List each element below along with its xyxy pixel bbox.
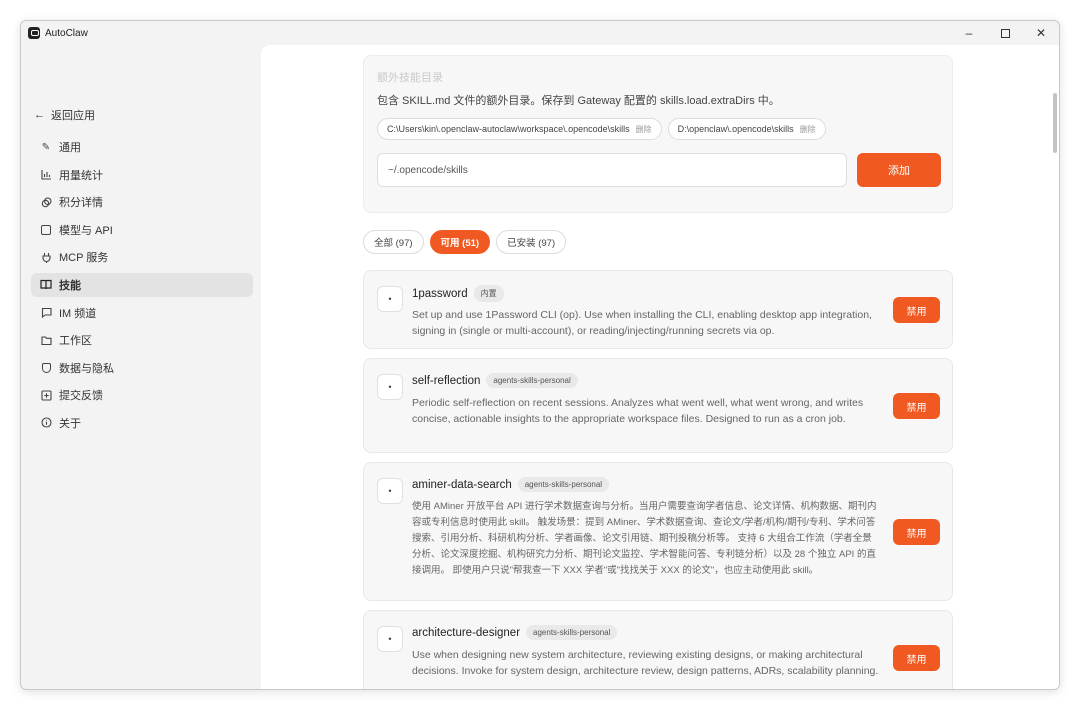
dir-chip: C:\Users\kin\.openclaw-autoclaw\workspac…: [377, 118, 662, 140]
skill-icon: •: [377, 286, 403, 312]
extra-dirs-description: 包含 SKILL.md 文件的额外目录。保存到 Gateway 配置的 skil…: [377, 95, 780, 107]
skill-header: architecture-designer agents-skills-pers…: [412, 625, 618, 640]
skill-source-tag: agents-skills-personal: [517, 477, 610, 492]
disable-skill-button[interactable]: 禁用: [893, 393, 940, 419]
skill-description: Set up and use 1Password CLI (op). Use w…: [412, 309, 872, 337]
maximize-button[interactable]: [987, 21, 1023, 45]
sidebar-item-models[interactable]: 模型与 API: [31, 218, 253, 242]
shield-icon: [40, 362, 52, 374]
dir-remove-button[interactable]: 删除: [800, 124, 816, 135]
add-dir-button[interactable]: 添加: [857, 153, 941, 187]
chat-icon: [40, 307, 52, 319]
skill-description: Periodic self-reflection on recent sessi…: [412, 397, 864, 425]
pencil-icon: ✎: [41, 141, 51, 153]
sidebar-item-credits[interactable]: 积分详情: [31, 190, 253, 214]
sidebar-item-label: 提交反馈: [59, 390, 103, 403]
skill-source-tag: agents-skills-personal: [486, 373, 578, 388]
skill-card: • 1password 内置 Set up and use 1Password …: [363, 270, 953, 349]
sidebar-item-label: 技能: [59, 279, 81, 292]
skill-icon: •: [377, 626, 403, 652]
disable-skill-button[interactable]: 禁用: [893, 645, 940, 671]
sidebar-item-feedback[interactable]: 提交反馈: [31, 383, 253, 407]
skill-source-tag: agents-skills-personal: [526, 625, 618, 640]
sidebar-item-label: MCP 服务: [59, 252, 109, 265]
feedback-icon: [40, 389, 52, 401]
extra-dirs-list: C:\Users\kin\.openclaw-autoclaw\workspac…: [377, 118, 826, 140]
disable-skill-button[interactable]: 禁用: [893, 297, 940, 323]
skill-source-tag: 内置: [473, 285, 504, 302]
scrollbar[interactable]: [1053, 93, 1057, 153]
back-label: 返回应用: [51, 110, 95, 122]
sidebar-item-label: 用量统计: [59, 169, 103, 182]
skill-name: aminer-data-search: [412, 478, 512, 491]
maximize-icon: [1000, 28, 1010, 38]
sidebar-item-workspace[interactable]: 工作区: [31, 328, 253, 352]
app-window: AutoClaw – ✕ ← 返回应用 ✎ 通用 用量统计 积分详情 模型与 A…: [20, 20, 1060, 690]
window-controls: – ✕: [951, 21, 1059, 45]
sidebar-item-mcp[interactable]: MCP 服务: [31, 245, 253, 269]
sidebar-item-label: 工作区: [59, 335, 92, 348]
sidebar-item-im[interactable]: IM 频道: [31, 301, 253, 325]
skill-description: 使用 AMiner 开放平台 API 进行学术数据查询与分析。当用户需要查询学者…: [412, 501, 877, 576]
sidebar-item-skills[interactable]: 技能: [31, 272, 253, 297]
skill-name: architecture-designer: [412, 626, 521, 639]
skill-name: 1password: [412, 287, 468, 300]
minimize-button[interactable]: –: [951, 21, 987, 45]
dir-path-input[interactable]: [377, 153, 847, 187]
sidebar-item-usage[interactable]: 用量统计: [31, 163, 253, 187]
sidebar: ← 返回应用 ✎ 通用 用量统计 积分详情 模型与 API MCP 服务 技能 …: [21, 45, 261, 689]
dir-chip: D:\openclaw\.opencode\skills 删除: [667, 118, 826, 140]
skill-card: • self-reflection agents-skills-personal…: [363, 358, 953, 453]
book-icon: [40, 279, 52, 291]
skill-card: • architecture-designer agents-skills-pe…: [363, 610, 953, 689]
sidebar-item-label: IM 频道: [59, 307, 97, 320]
settings-nav: ✎ 通用 用量统计 积分详情 模型与 API MCP 服务 技能 IM 频道 工…: [31, 135, 253, 439]
coin-icon: [40, 196, 52, 208]
skill-icon: •: [377, 478, 403, 504]
skill-header: aminer-data-search agents-skills-persona…: [412, 477, 610, 492]
arrow-left-icon: ←: [34, 109, 45, 121]
plug-icon: [40, 251, 52, 263]
skills-settings-panel[interactable]: 额外技能目录 包含 SKILL.md 文件的额外目录。保存到 Gateway 配…: [261, 45, 1059, 689]
skill-list: • 1password 内置 Set up and use 1Password …: [363, 270, 953, 689]
extra-dirs-title: 额外技能目录: [377, 72, 443, 84]
sidebar-item-label: 模型与 API: [59, 224, 113, 237]
extra-dirs-card: 额外技能目录 包含 SKILL.md 文件的额外目录。保存到 Gateway 配…: [363, 55, 953, 213]
sidebar-item-about[interactable]: 关于: [31, 411, 253, 435]
skill-header: self-reflection agents-skills-personal: [412, 373, 578, 388]
close-button[interactable]: ✕: [1023, 21, 1059, 45]
skill-name: self-reflection: [412, 374, 481, 387]
back-to-app-link[interactable]: ← 返回应用: [34, 107, 95, 123]
sidebar-item-label: 关于: [59, 417, 81, 430]
bar-chart-icon: [40, 169, 52, 181]
skill-header: 1password 内置: [412, 285, 504, 302]
skill-card: • aminer-data-search agents-skills-perso…: [363, 462, 953, 601]
sidebar-item-label: 数据与隐私: [59, 362, 114, 375]
sidebar-item-privacy[interactable]: 数据与隐私: [31, 356, 253, 380]
dir-path: C:\Users\kin\.openclaw-autoclaw\workspac…: [387, 124, 630, 134]
dir-path: D:\openclaw\.opencode\skills: [677, 124, 794, 134]
dir-remove-button[interactable]: 删除: [636, 124, 652, 135]
app-logo-icon: [28, 27, 40, 39]
sidebar-item-general[interactable]: ✎ 通用: [31, 135, 253, 159]
disable-skill-button[interactable]: 禁用: [893, 519, 940, 545]
sidebar-item-label: 通用: [59, 142, 81, 154]
info-icon: [40, 417, 52, 429]
title-bar[interactable]: AutoClaw – ✕: [21, 21, 1059, 45]
window-title: AutoClaw: [45, 27, 88, 39]
skill-description: Use when designing new system architectu…: [412, 649, 879, 677]
folder-icon: [40, 334, 52, 346]
filter-all[interactable]: 全部 (97): [363, 230, 424, 254]
skill-icon: •: [377, 374, 403, 400]
chip-icon: [40, 224, 52, 236]
filter-installed[interactable]: 已安装 (97): [496, 230, 567, 254]
skill-filter-tabs: 全部 (97) 可用 (51) 已安装 (97): [363, 230, 567, 254]
sidebar-item-label: 积分详情: [59, 197, 103, 210]
filter-available[interactable]: 可用 (51): [429, 230, 491, 254]
